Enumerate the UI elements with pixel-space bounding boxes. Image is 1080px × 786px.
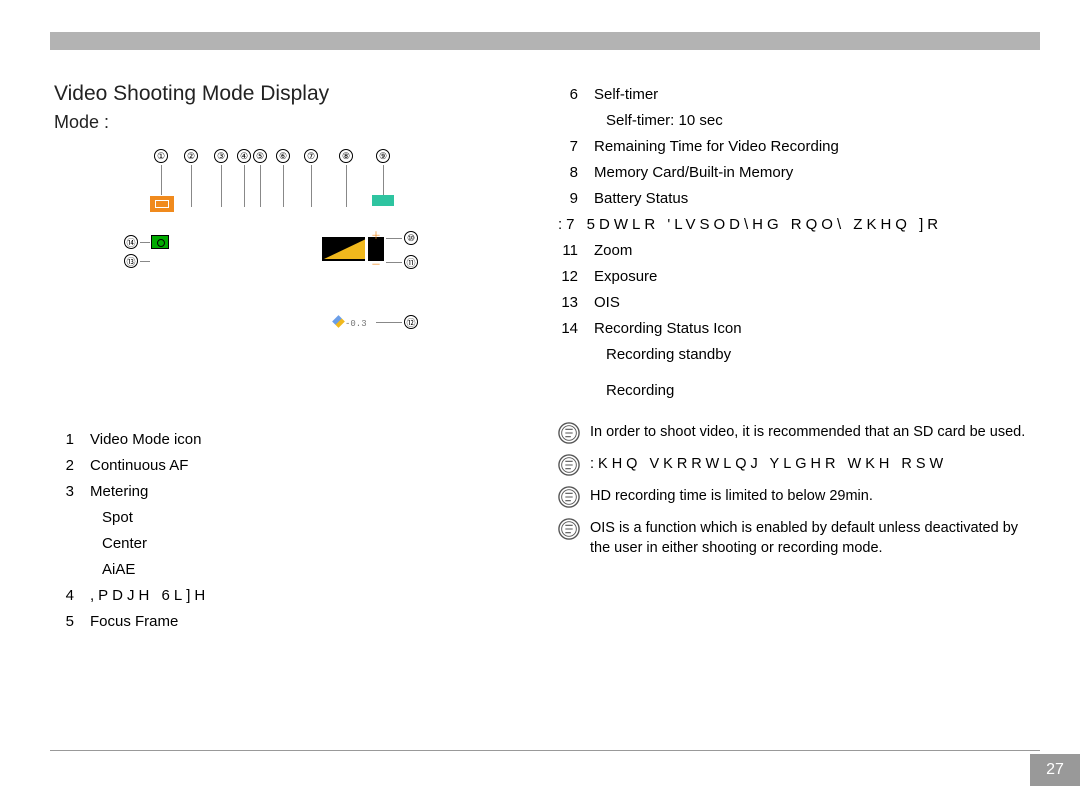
leader bbox=[140, 261, 150, 262]
legend-item: 9Battery Status bbox=[558, 186, 1038, 212]
legend-item: 1Video Mode icon bbox=[54, 427, 534, 453]
page-subtitle: Mode : bbox=[54, 112, 534, 133]
callout-6: ⑥ bbox=[276, 149, 290, 163]
note-text: OIS is a function which is enabled by de… bbox=[590, 518, 1038, 558]
callout-14: ⑭ bbox=[124, 235, 138, 249]
leader bbox=[311, 165, 312, 207]
note-item: :KHQ VKRRWLQJ YLGHR WKH RSW bbox=[558, 454, 1038, 476]
display-diagram: ① ② ③ ④ ⑤ ⑥ ⑦ ⑧ ⑨ ⑭ ⑬ ＋ － ⑩ bbox=[124, 147, 474, 397]
note-text: In order to shoot video, it is recommend… bbox=[590, 422, 1025, 442]
callout-11: ⑪ bbox=[404, 255, 418, 269]
callout-3: ③ bbox=[214, 149, 228, 163]
exposure-icon bbox=[332, 315, 345, 328]
leader bbox=[191, 165, 192, 207]
leader bbox=[260, 165, 261, 207]
legend-item: 6Self-timer bbox=[558, 82, 1038, 108]
legend-sub-item: AiAE bbox=[102, 557, 534, 583]
bottom-rule bbox=[50, 750, 1040, 751]
callout-7: ⑦ bbox=[304, 149, 318, 163]
top-bar bbox=[50, 32, 1040, 50]
callout-4: ④ bbox=[237, 149, 251, 163]
legend-item: 2Continuous AF bbox=[54, 453, 534, 479]
legend-item: 5Focus Frame bbox=[54, 609, 534, 635]
legend-sub-item: Self-timer: 10 sec bbox=[606, 108, 1038, 134]
callout-13: ⑬ bbox=[124, 254, 138, 268]
right-legend: 6Self-timer Self-timer: 10 sec 7Remainin… bbox=[558, 82, 1038, 404]
note-icon bbox=[558, 422, 580, 444]
note-icon bbox=[558, 486, 580, 508]
recording-status-icon bbox=[151, 235, 169, 249]
leader bbox=[386, 262, 402, 263]
legend-item: 8Memory Card/Built-in Memory bbox=[558, 160, 1038, 186]
leader bbox=[386, 238, 402, 239]
exposure-readout: -0.3 bbox=[334, 317, 367, 329]
callout-2: ② bbox=[184, 149, 198, 163]
legend-sub-item: Recording standby bbox=[606, 342, 1038, 368]
leader bbox=[283, 165, 284, 207]
legend-item: 11Zoom bbox=[558, 238, 1038, 264]
leader bbox=[244, 165, 245, 207]
legend-item: 3Metering bbox=[54, 479, 534, 505]
callout-12: ⑫ bbox=[404, 315, 418, 329]
video-mode-icon bbox=[149, 195, 175, 213]
note-text: HD recording time is limited to below 29… bbox=[590, 486, 873, 506]
leader bbox=[346, 165, 347, 207]
callout-1: ① bbox=[154, 149, 168, 163]
note-icon bbox=[558, 518, 580, 540]
note-icon bbox=[558, 454, 580, 476]
note-text: :KHQ VKRRWLQJ YLGHR WKH RSW bbox=[590, 454, 947, 474]
callout-10: ⑩ bbox=[404, 231, 418, 245]
left-legend: 1Video Mode icon 2Continuous AF 3Meterin… bbox=[54, 427, 534, 635]
legend-item: 13OIS bbox=[558, 290, 1038, 316]
zoom-indicator: ＋ － bbox=[322, 237, 384, 261]
leader bbox=[221, 165, 222, 207]
callout-5: ⑤ bbox=[253, 149, 267, 163]
legend-item: 4,PDJH 6L]H bbox=[54, 583, 534, 609]
legend-sub-item: Spot bbox=[102, 505, 534, 531]
note-item: In order to shoot video, it is recommend… bbox=[558, 422, 1038, 444]
legend-item: 14Recording Status Icon bbox=[558, 316, 1038, 342]
leader bbox=[161, 165, 162, 195]
legend-sub-item: Recording bbox=[606, 378, 1038, 404]
leader bbox=[376, 322, 402, 323]
page-number: 27 bbox=[1030, 754, 1080, 786]
note-item: OIS is a function which is enabled by de… bbox=[558, 518, 1038, 558]
battery-icon bbox=[372, 195, 394, 206]
legend-item: 7Remaining Time for Video Recording bbox=[558, 134, 1038, 160]
legend-sub-item: Center bbox=[102, 531, 534, 557]
legend-item: 12Exposure bbox=[558, 264, 1038, 290]
note-item: HD recording time is limited to below 29… bbox=[558, 486, 1038, 508]
leader bbox=[383, 165, 384, 195]
page-title: Video Shooting Mode Display bbox=[54, 82, 534, 106]
callout-8: ⑧ bbox=[339, 149, 353, 163]
callout-9: ⑨ bbox=[376, 149, 390, 163]
leader bbox=[140, 242, 150, 243]
legend-item: :7 5DWLR 'LVSOD\HG RQO\ ZKHQ ]R bbox=[558, 212, 1038, 238]
